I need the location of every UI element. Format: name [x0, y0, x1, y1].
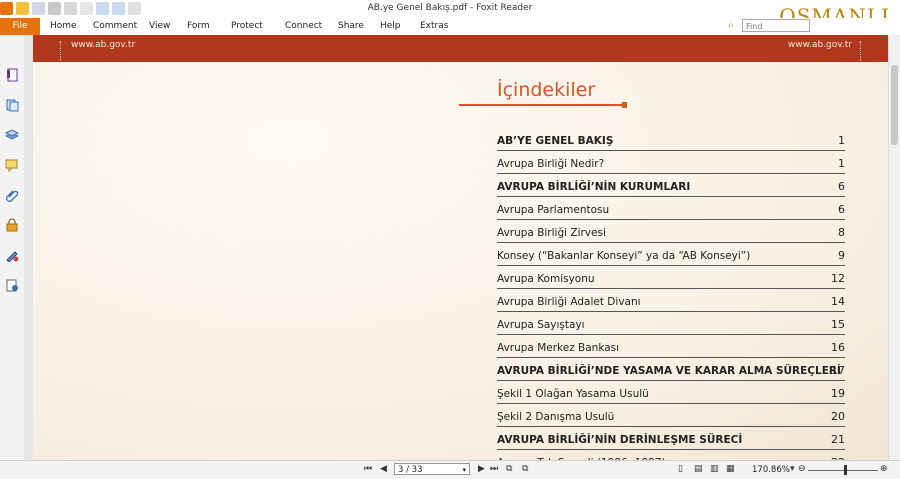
toc-entry-page: 1: [838, 157, 845, 170]
find-icon[interactable]: ⌕: [728, 20, 734, 31]
toc-entry[interactable]: Avrupa Sayıştayı 15: [497, 312, 845, 335]
status-bar: ⏮ ◀ 3 / 33 ▾ ▶ ⏭ ⧉ ⧉ ▯ ▤ ▥ ▦ 170.86% ▾ ⊖ …: [0, 460, 900, 479]
continuous-icon[interactable]: ▤: [694, 464, 703, 474]
toc-entry-page: 6: [838, 180, 845, 193]
zoom-in-icon[interactable]: ⊕: [880, 464, 888, 474]
toc-entry-page: 9: [838, 249, 845, 262]
tab-home[interactable]: Home: [50, 21, 77, 31]
toc-entry-title: Avrupa Parlamentosu: [497, 204, 610, 216]
page-number-field[interactable]: 3 / 33 ▾: [394, 463, 470, 475]
attachment-icon[interactable]: [5, 188, 19, 202]
facing-icon[interactable]: ▥: [710, 464, 719, 474]
ribbon-tabs: File Home Comment View Form Protect Conn…: [0, 18, 900, 36]
toc-heading: İçindekiler: [497, 79, 596, 101]
previous-view-icon[interactable]: ⧉: [506, 464, 512, 474]
tab-help[interactable]: Help: [380, 21, 401, 31]
security-lock-icon[interactable]: [5, 218, 19, 232]
page-dropdown-icon[interactable]: ▾: [462, 464, 466, 476]
toc-entry-page: 20: [831, 410, 845, 423]
comments-icon[interactable]: [5, 158, 19, 172]
vertical-scrollbar[interactable]: [888, 35, 900, 460]
zoom-slider[interactable]: [808, 470, 878, 471]
toc-entry[interactable]: Konsey (“Bakanlar Konseyi” ya da “AB Kon…: [497, 243, 845, 266]
toc-entry-title: Avrupa Birliği Adalet Divanı: [497, 296, 641, 308]
title-bar: AB.ye Genel Bakış.pdf - Foxit Reader: [0, 0, 900, 18]
toc-entry[interactable]: AVRUPA BİRLİĞİ’NDE YASAMA VE KARAR ALMA …: [497, 358, 845, 381]
toc-entry-title: AB’YE GENEL BAKIŞ: [497, 135, 614, 147]
dotted-rule-left: [60, 41, 61, 63]
toc-entry-title: Şekil 1 Olağan Yasama Usulü: [497, 388, 649, 400]
toc-entry[interactable]: Şekil 1 Olağan Yasama Usulü 19: [497, 381, 845, 404]
toc-entry-title: Şekil 2 Danışma Usulü: [497, 411, 615, 423]
first-page-icon[interactable]: ⏮: [364, 464, 372, 474]
find-input[interactable]: Find: [742, 19, 810, 32]
toc-entry-title: AVRUPA BİRLİĞİ’NİN DERİNLEŞME SÜRECİ: [497, 434, 743, 446]
toc-entry-title: Avrupa Sayıştayı: [497, 319, 585, 331]
content-icon[interactable]: [5, 278, 19, 292]
tab-share[interactable]: Share: [338, 21, 364, 31]
tab-protect[interactable]: Protect: [231, 21, 263, 31]
tab-form[interactable]: Form: [187, 21, 210, 31]
zoom-out-icon[interactable]: ⊖: [798, 464, 806, 474]
toc-entry-page: 1: [838, 134, 845, 147]
page-header-banner: www.ab.gov.tr www.ab.gov.tr: [33, 35, 888, 62]
file-tab[interactable]: File: [0, 18, 40, 35]
zoom-level[interactable]: 170.86%: [752, 465, 790, 475]
next-page-icon[interactable]: ▶: [478, 464, 485, 474]
toc-entry[interactable]: Avrupa Parlamentosu 6: [497, 197, 845, 220]
layers-icon[interactable]: [5, 128, 19, 142]
toc-entry[interactable]: Avrupa Birliği Nedir? 1: [497, 151, 845, 174]
zoom-slider-handle[interactable]: [844, 465, 847, 475]
document-view[interactable]: www.ab.gov.tr www.ab.gov.tr İçindekiler …: [33, 35, 888, 460]
tab-extras[interactable]: Extras: [420, 21, 448, 31]
continuous-facing-icon[interactable]: ▦: [726, 464, 735, 474]
toc-heading-underline: [459, 104, 625, 106]
window-title: AB.ye Genel Bakış.pdf - Foxit Reader: [367, 3, 533, 13]
header-url-left: www.ab.gov.tr: [71, 40, 136, 50]
zoom-dropdown-icon[interactable]: ▾: [790, 464, 795, 474]
toc-entry-page: 8: [838, 226, 845, 239]
toc-entry[interactable]: AVRUPA BİRLİĞİ’NİN DERİNLEŞME SÜRECİ 21: [497, 427, 845, 450]
toc-entry-page: 19: [831, 387, 845, 400]
toc-entry[interactable]: Avrupa Merkez Bankası 16: [497, 335, 845, 358]
tab-comment[interactable]: Comment: [93, 21, 137, 31]
toc-entry[interactable]: Şekil 2 Danışma Usulü 20: [497, 404, 845, 427]
toc-entry-title: Avrupa Birliği Zirvesi: [497, 227, 606, 239]
previous-page-icon[interactable]: ◀: [380, 464, 387, 474]
toc-entry-page: 14: [831, 295, 845, 308]
page-number-value: 3 / 33: [398, 465, 423, 475]
pages-icon[interactable]: [5, 98, 19, 112]
dotted-rule-right: [860, 41, 861, 63]
toc-entry[interactable]: Avrupa Birliği Adalet Divanı 14: [497, 289, 845, 312]
toc-entry-title: Avrupa Komisyonu: [497, 273, 595, 285]
next-view-icon[interactable]: ⧉: [522, 464, 528, 474]
toc-entry-page: 12: [831, 272, 845, 285]
navigation-panel: ▸: [0, 35, 25, 460]
toc-entry-title: Avrupa Merkez Bankası: [497, 342, 620, 354]
toc-heading-marker: [622, 102, 627, 108]
toc-entry[interactable]: Avrupa Tek Senedi (1986 -1987)22: [497, 450, 845, 460]
toc-entry-title: Avrupa Birliği Nedir?: [497, 158, 605, 170]
toc-entry-title: AVRUPA BİRLİĞİ’NİN KURUMLARI: [497, 181, 691, 193]
toc-entry[interactable]: Avrupa Komisyonu 12: [497, 266, 845, 289]
toc-entry[interactable]: AVRUPA BİRLİĞİ’NİN KURUMLARI 6: [497, 174, 845, 197]
toc-entry-page: 17: [831, 364, 845, 377]
last-page-icon[interactable]: ⏭: [490, 464, 498, 474]
tab-connect[interactable]: Connect: [285, 21, 322, 31]
toc-entry-page: 15: [831, 318, 845, 331]
toc-entry-title: Konsey (“Bakanlar Konseyi” ya da “AB Kon…: [497, 250, 751, 262]
toc-entry[interactable]: Avrupa Birliği Zirvesi 8: [497, 220, 845, 243]
toc-entry[interactable]: AB’YE GENEL BAKIŞ 1: [497, 128, 845, 151]
single-page-icon[interactable]: ▯: [678, 464, 683, 474]
panel-splitter[interactable]: [24, 35, 33, 460]
scrollbar-thumb[interactable]: [891, 65, 898, 145]
toc-entry-page: 6: [838, 203, 845, 216]
tab-view[interactable]: View: [149, 21, 170, 31]
header-url-right: www.ab.gov.tr: [787, 40, 852, 50]
toc-entry-page: 21: [831, 433, 845, 446]
signature-icon[interactable]: [5, 248, 19, 262]
toc-entry-title: AVRUPA BİRLİĞİ’NDE YASAMA VE KARAR ALMA …: [497, 365, 841, 377]
bookmark-icon[interactable]: [5, 68, 19, 82]
toc-entry-page: 16: [831, 341, 845, 354]
